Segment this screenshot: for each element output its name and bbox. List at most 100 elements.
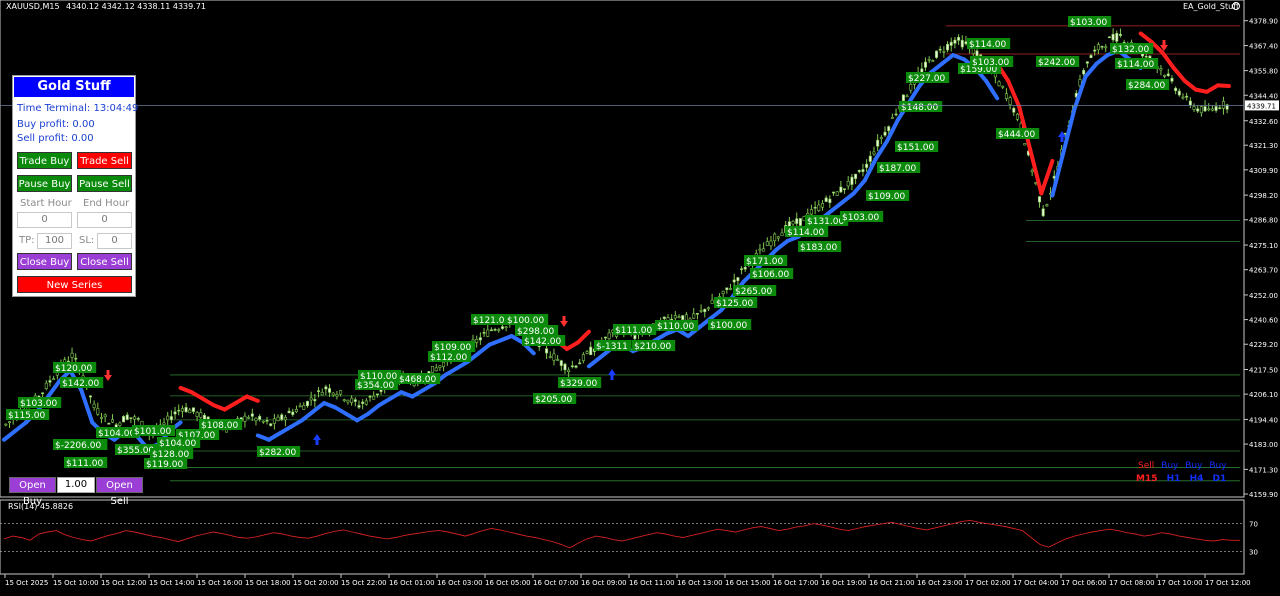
time-tick-label: 17 Oct 10:00 <box>1157 579 1203 587</box>
candle-body <box>743 266 747 270</box>
symbol-label: XAUUSD,M15 <box>6 2 60 11</box>
candle-body <box>927 58 931 61</box>
start-hour-label: Start Hour <box>20 198 72 209</box>
candle-body <box>1023 143 1027 146</box>
profit-label-text: $110.00 <box>657 322 694 332</box>
candle-body <box>1085 61 1089 64</box>
candle-body <box>817 204 821 211</box>
candle-body <box>497 329 501 331</box>
candle-body <box>350 397 354 403</box>
chart-area[interactable]: $115.00 $103.00 $142.00 $120.00 $-2206.00 $11… <box>0 0 1280 592</box>
open-buy-button[interactable]: Open Buy <box>9 477 56 507</box>
candle-body <box>272 418 276 424</box>
time-tick-label: 17 Oct 02:00 <box>965 579 1011 587</box>
profit-label-text: $151.00 <box>897 143 934 153</box>
time-tick-label: 17 Oct 04:00 <box>1013 579 1059 587</box>
new-series-button[interactable]: New Series <box>17 276 132 293</box>
profit-label-text: $108.00 <box>201 421 238 431</box>
lot-size-input[interactable]: 1.00 <box>57 477 95 493</box>
trade-sell-button[interactable]: Trade Sell <box>77 152 132 169</box>
candle-body <box>556 359 560 361</box>
candle-body <box>692 313 696 319</box>
open-sell-button[interactable]: Open Sell <box>96 477 143 507</box>
candle-body <box>199 412 203 418</box>
price-tick-label: 4378.90 <box>1249 18 1278 26</box>
close-buy-button[interactable]: Close Buy <box>17 253 72 270</box>
ea-name: EA_Gold_Stuff <box>1183 2 1239 11</box>
candle-body <box>269 423 273 426</box>
candle-body <box>247 416 251 419</box>
candle-body <box>1207 108 1211 111</box>
candle-body <box>129 417 133 419</box>
close-sell-button[interactable]: Close Sell <box>77 253 132 270</box>
candle-body <box>1038 196 1042 203</box>
pause-buy-button[interactable]: Pause Buy <box>17 175 72 192</box>
start-hour-input[interactable]: 0 <box>17 212 72 228</box>
candle-body <box>552 353 556 361</box>
profit-label-text: $120.00 <box>55 364 92 374</box>
candle-body <box>857 170 861 173</box>
candle-body <box>52 378 56 381</box>
profit-label-text: $142.00 <box>524 337 561 347</box>
candle-body <box>324 386 328 390</box>
price-tick-label: 4229.20 <box>1249 341 1278 349</box>
candle-body <box>883 131 887 136</box>
trend-m15-state: Sell <box>1138 461 1155 471</box>
candle-body <box>1001 85 1005 88</box>
trend-d1-state: Buy <box>1209 461 1227 471</box>
candle-body <box>169 416 173 420</box>
price-chart[interactable]: $115.00 $103.00 $142.00 $120.00 $-2206.00 $11… <box>0 0 1280 592</box>
time-tick-label: 16 Oct 03:00 <box>437 579 483 587</box>
candle-body <box>280 414 284 420</box>
candle-body <box>434 367 438 372</box>
time-terminal: Time Terminal: 13:04:49 <box>17 103 139 114</box>
candle-body <box>431 365 435 373</box>
price-tick-label: 4252.00 <box>1249 292 1278 300</box>
price-tick-label: 4194.40 <box>1249 416 1278 424</box>
candle-body <box>136 418 140 420</box>
trend-h1-state: Buy <box>1161 461 1179 471</box>
profit-label-text: $104.00 <box>159 439 196 449</box>
time-tick-label: 17 Oct 08:00 <box>1109 579 1155 587</box>
tp-input[interactable]: 100 <box>37 233 72 249</box>
candle-body <box>773 233 777 242</box>
candle-body <box>1181 96 1185 99</box>
candle-body <box>942 51 946 53</box>
profit-label-text: $111.00 <box>615 326 652 336</box>
profit-label-text: $101.00 <box>134 427 171 437</box>
candle-body <box>353 399 357 402</box>
candle-body <box>758 248 762 251</box>
candle-body <box>1111 33 1115 41</box>
tf-d1: D1 <box>1212 474 1227 484</box>
candle-body <box>276 416 280 422</box>
candle-body <box>843 188 847 190</box>
profit-label-text: $132.00 <box>1112 45 1149 55</box>
candle-body <box>438 365 442 368</box>
price-tick-label: 4286.80 <box>1249 217 1278 225</box>
price-tick-label: 4321.30 <box>1249 142 1278 150</box>
candle-body <box>578 362 582 365</box>
candle-body <box>504 326 508 328</box>
candle-body <box>681 315 685 320</box>
pause-sell-button[interactable]: Pause Sell <box>77 175 132 192</box>
tf-h4: H4 <box>1189 474 1204 484</box>
candle-body <box>291 411 295 415</box>
profit-label-text: $444.00 <box>998 130 1035 140</box>
time-tick-label: 16 Oct 01:00 <box>389 579 435 587</box>
sl-input[interactable]: 0 <box>97 233 132 249</box>
candle-body <box>949 41 953 46</box>
time-tick-label: 16 Oct 05:00 <box>485 579 531 587</box>
candle-body <box>489 329 493 332</box>
end-hour-input[interactable]: 0 <box>77 212 132 228</box>
trade-buy-button[interactable]: Trade Buy <box>17 152 72 169</box>
candle-body <box>265 420 269 422</box>
candle-body <box>964 41 968 45</box>
candle-body <box>567 369 571 373</box>
candle-body <box>581 354 585 362</box>
candle-body <box>1214 106 1218 111</box>
tp-label: TP: <box>19 235 35 246</box>
candle-body <box>931 60 935 62</box>
candle-body <box>364 400 368 405</box>
candle-body <box>1199 106 1203 114</box>
candle-body <box>1030 170 1034 173</box>
